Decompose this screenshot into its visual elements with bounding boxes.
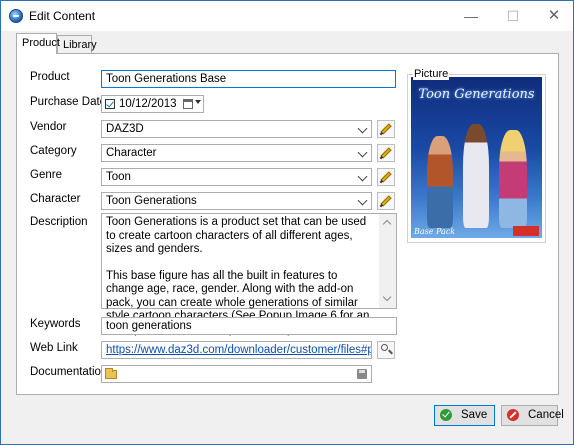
cancel-label: Cancel <box>528 409 564 421</box>
check-icon <box>440 409 452 421</box>
web-link-value[interactable]: https://www.daz3d.com/downloader/custome… <box>106 344 371 356</box>
search-icon <box>381 344 388 351</box>
chevron-down-icon <box>357 195 368 206</box>
calendar-dropdown-arrow-icon[interactable] <box>195 100 201 104</box>
purchase-date-value: 10/12/2013 <box>119 98 177 110</box>
web-link-label: Web Link <box>30 342 78 354</box>
category-value: Character <box>106 147 157 159</box>
vendor-select[interactable]: DAZ3D <box>101 120 372 138</box>
pencil-icon <box>380 195 392 207</box>
product-name-input[interactable]: Toon Generations Base <box>101 70 396 88</box>
keywords-input[interactable]: toon generations <box>101 317 397 335</box>
cartoon-character-girl <box>499 130 527 228</box>
genre-label: Genre <box>30 169 62 181</box>
picture-title: Toon Generations <box>418 87 535 102</box>
description-textarea[interactable]: Toon Generations is a product set that c… <box>101 213 397 336</box>
title-bar: Edit Content — ☐ ✕ <box>1 1 573 31</box>
picture-group: Picture Toon Generations Base Pack <box>407 68 546 243</box>
minimize-button[interactable]: — <box>456 5 486 27</box>
calendar-icon[interactable] <box>183 99 193 109</box>
chevron-down-icon <box>357 147 368 158</box>
character-label: Character <box>30 193 81 205</box>
documentation-label: Documentation <box>30 366 108 378</box>
save-button[interactable]: Save <box>434 405 495 426</box>
category-label: Category <box>30 145 77 157</box>
edit-genre-button[interactable] <box>377 168 395 186</box>
character-select[interactable]: Toon Generations <box>101 192 372 210</box>
chevron-down-icon <box>357 123 368 134</box>
documentation-input[interactable] <box>101 365 372 383</box>
description-paragraph: Toon Generations is a product set that c… <box>106 216 367 255</box>
cancel-button[interactable]: Cancel <box>501 405 564 426</box>
pencil-icon <box>380 123 392 135</box>
purchase-date-checkbox[interactable] <box>105 99 115 109</box>
window-title: Edit Content <box>29 9 96 23</box>
description-label: Description <box>30 216 88 228</box>
category-select[interactable]: Character <box>101 144 372 162</box>
scroll-down-icon[interactable] <box>382 292 392 302</box>
keywords-label: Keywords <box>30 318 81 330</box>
tab-product[interactable]: Product <box>16 33 60 54</box>
purchase-date-picker[interactable]: 10/12/2013 <box>101 95 204 113</box>
save-disk-icon[interactable] <box>357 369 367 379</box>
app-globe-icon <box>9 9 23 23</box>
picture-footer: Base Pack <box>414 227 456 236</box>
character-value: Toon Generations <box>106 195 197 207</box>
picture-label: Picture <box>413 68 450 80</box>
cancel-icon <box>507 409 519 421</box>
vendor-value: DAZ3D <box>106 123 144 135</box>
chevron-down-icon <box>357 171 368 182</box>
edit-character-button[interactable] <box>377 192 395 210</box>
open-web-link-button[interactable] <box>377 341 395 359</box>
folder-icon[interactable] <box>105 368 117 379</box>
maximize-button[interactable]: ☐ <box>498 5 528 27</box>
pencil-icon <box>380 147 392 159</box>
genre-value: Toon <box>106 171 131 183</box>
purchase-date-label: Purchase Date <box>30 96 107 108</box>
pencil-icon <box>380 171 392 183</box>
edit-content-window: Edit Content — ☐ ✕ Product Library Produ… <box>0 0 574 445</box>
genre-select[interactable]: Toon <box>101 168 372 186</box>
edit-vendor-button[interactable] <box>377 120 395 138</box>
cartoon-character-boy <box>427 136 453 228</box>
tab-library[interactable]: Library <box>57 35 97 53</box>
product-label: Product <box>30 71 70 83</box>
close-button[interactable]: ✕ <box>539 5 569 27</box>
save-label: Save <box>461 409 488 421</box>
product-picture[interactable]: Toon Generations Base Pack <box>411 77 542 238</box>
web-link-input[interactable]: https://www.daz3d.com/downloader/custome… <box>101 341 372 359</box>
scroll-up-icon[interactable] <box>382 219 392 229</box>
description-scrollbar[interactable] <box>379 214 396 308</box>
daz-badge-logo <box>513 226 539 236</box>
vendor-label: Vendor <box>30 121 67 133</box>
cartoon-character-man <box>463 124 489 228</box>
edit-category-button[interactable] <box>377 144 395 162</box>
